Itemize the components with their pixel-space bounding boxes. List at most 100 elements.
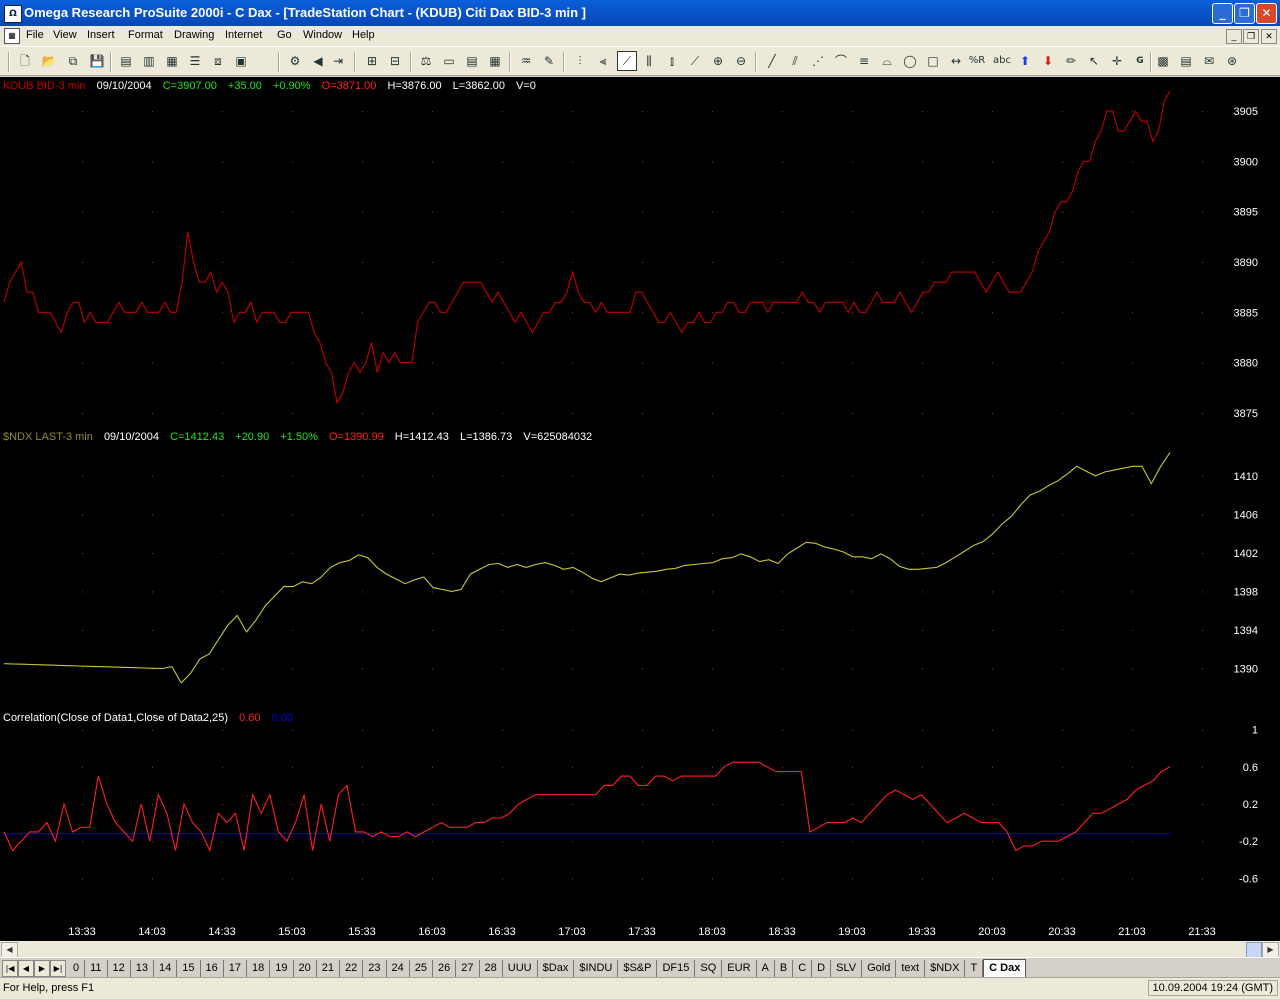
workspace-tab[interactable]: $Dax xyxy=(538,960,575,977)
pattern-icon[interactable]: ♒ xyxy=(517,52,535,70)
workspace-tab[interactable]: C xyxy=(793,960,813,977)
workspace-tab[interactable]: 20 xyxy=(294,960,317,977)
rectangle-icon[interactable]: □ xyxy=(924,52,942,70)
mdi-minimize-icon[interactable]: _ xyxy=(1226,29,1242,44)
scroll-left-icon[interactable]: ◀ xyxy=(1,942,18,958)
first-tab-icon[interactable]: |◀ xyxy=(2,960,18,977)
workspace-tab[interactable]: $S&P xyxy=(618,960,658,977)
last-tab-icon[interactable]: ▶| xyxy=(50,960,66,977)
pencil-icon[interactable]: ✏ xyxy=(1062,52,1080,70)
workspace-tab[interactable]: 12 xyxy=(108,960,131,977)
chart-document-icon[interactable]: ▦ xyxy=(4,28,20,44)
layout-icon[interactable]: ⧈ xyxy=(209,52,227,70)
line-chart-icon[interactable]: ⟋ xyxy=(617,51,637,71)
settings-icon[interactable]: ▣ xyxy=(232,52,250,70)
workspace-tab[interactable]: SLV xyxy=(831,960,863,977)
menu-insert[interactable]: Insert xyxy=(87,29,115,41)
workspace-tab[interactable]: $INDU xyxy=(574,960,619,977)
table-icon[interactable]: ▦ xyxy=(486,52,504,70)
menu-help[interactable]: Help xyxy=(352,29,375,41)
crosshair-icon[interactable]: ✛ xyxy=(1108,52,1126,70)
workspace-tab[interactable]: 23 xyxy=(363,960,387,977)
indicator-icon[interactable]: ⚖ xyxy=(417,52,435,70)
workspace-tab[interactable]: 28 xyxy=(480,960,503,977)
bar-chart-icon[interactable]: ⫶ xyxy=(571,52,589,70)
menu-view[interactable]: View xyxy=(53,29,77,41)
new-icon[interactable]: 🗋 xyxy=(16,52,34,70)
candle-icon[interactable]: ⫼ xyxy=(640,52,658,70)
insert-icon[interactable]: ⊞ xyxy=(363,52,381,70)
workspace-tab[interactable]: 15 xyxy=(177,960,201,977)
layout-icon[interactable]: ▥ xyxy=(140,52,158,70)
workspace-tab[interactable]: Gold xyxy=(862,960,897,977)
text-icon[interactable]: abc xyxy=(993,52,1011,70)
menu-format[interactable]: Format xyxy=(128,29,163,41)
horizontal-scrollbar[interactable]: ◀ ▶ xyxy=(0,941,1280,958)
save-icon[interactable]: 💾 xyxy=(88,52,106,70)
minimize-icon[interactable]: _ xyxy=(1212,3,1233,24)
scroll-right-icon[interactable]: ▶ xyxy=(1262,942,1279,958)
workspace-tab[interactable]: DF15 xyxy=(657,960,696,977)
prev-tab-icon[interactable]: ◀ xyxy=(18,960,34,977)
workspace-tab[interactable]: EUR xyxy=(722,960,757,977)
chart-canvas[interactable]: 3905 3900 3895 3890 3885 3880 3875 1410 1406 1402… xyxy=(0,77,1280,941)
sound-icon[interactable]: ✉ xyxy=(1200,52,1218,70)
forward-icon[interactable]: ⇥ xyxy=(329,52,347,70)
menu-internet[interactable]: Internet xyxy=(225,29,262,41)
fibonacci-icon[interactable]: ⫽ xyxy=(786,52,804,70)
grid-icon[interactable]: ▤ xyxy=(463,52,481,70)
grid-marker-icon[interactable]: G xyxy=(1131,52,1149,70)
workspace-tab[interactable]: 19 xyxy=(270,960,294,977)
menu-go[interactable]: Go xyxy=(277,29,292,41)
settings-icon[interactable]: ⚙ xyxy=(286,52,304,70)
window-icon[interactable]: ▭ xyxy=(440,52,458,70)
menu-window[interactable]: Window xyxy=(303,29,342,41)
insert-icon[interactable]: ⊟ xyxy=(386,52,404,70)
workspace-tab[interactable]: $NDX xyxy=(925,960,966,977)
zoom-in-icon[interactable]: ⊕ xyxy=(709,52,727,70)
workspace-tab[interactable]: 17 xyxy=(224,960,248,977)
menu-file[interactable]: File xyxy=(26,29,44,41)
workspace-tab[interactable]: 13 xyxy=(131,960,155,977)
workspace-tab[interactable]: 18 xyxy=(247,960,271,977)
workspace-tab[interactable]: 26 xyxy=(433,960,457,977)
print-icon[interactable]: ▤ xyxy=(117,52,135,70)
layout-icon[interactable]: ▦ xyxy=(163,52,181,70)
buy-arrow-icon[interactable]: ⬆ xyxy=(1016,52,1034,70)
speed-icon[interactable]: ⌓ xyxy=(878,52,896,70)
workspace-tab[interactable]: 27 xyxy=(456,960,480,977)
sell-arrow-icon[interactable]: ⬇ xyxy=(1039,52,1057,70)
mdi-close-icon[interactable]: ✕ xyxy=(1261,29,1277,44)
candle-icon[interactable]: ⫾ xyxy=(663,52,681,70)
fan-icon[interactable]: ⋰ xyxy=(809,52,827,70)
tradestation-app-icon[interactable]: Ω xyxy=(4,5,22,23)
back-icon[interactable]: ◀ xyxy=(309,52,327,70)
workspace-tab[interactable]: SQ xyxy=(695,960,723,977)
workspace-tab[interactable]: D xyxy=(812,960,832,977)
workspace-tab[interactable]: 21 xyxy=(317,960,341,977)
restore-icon[interactable]: ❐ xyxy=(1234,3,1255,24)
workspace-tab[interactable]: 0 xyxy=(68,960,86,977)
workspace-tab[interactable]: 14 xyxy=(154,960,178,977)
workspace-tab[interactable]: B xyxy=(775,960,794,977)
ellipse-icon[interactable]: ◯ xyxy=(901,52,919,70)
workspace-tab[interactable]: C Dax xyxy=(983,959,1027,977)
scroll-thumb[interactable] xyxy=(1246,942,1262,958)
close-icon[interactable]: ✕ xyxy=(1256,3,1277,24)
lines-icon[interactable]: ≡ xyxy=(855,52,873,70)
workspace-tab[interactable]: text xyxy=(896,960,926,977)
next-tab-icon[interactable]: ▶ xyxy=(34,960,50,977)
horizontal-arrow-icon[interactable]: ↔ xyxy=(947,52,965,70)
mdi-restore-icon[interactable]: ❐ xyxy=(1243,29,1259,44)
chart-window[interactable]: 3905 3900 3895 3890 3885 3880 3875 1410 1406 1402… xyxy=(0,77,1280,941)
workspace-tab[interactable]: T xyxy=(965,960,984,977)
curve-icon[interactable]: ╱ xyxy=(763,52,781,70)
workspace-tab[interactable]: 11 xyxy=(85,960,108,977)
open-icon[interactable]: 📂 xyxy=(40,52,58,70)
camera-icon[interactable]: ⊛ xyxy=(1223,52,1241,70)
chart-icon[interactable]: ▩ xyxy=(1154,52,1172,70)
workspace-tab[interactable]: 24 xyxy=(387,960,410,977)
trend-icon[interactable]: ⟋ xyxy=(686,52,704,70)
workspace-tab[interactable]: A xyxy=(757,960,775,977)
layout-icon[interactable]: ☰ xyxy=(186,52,204,70)
